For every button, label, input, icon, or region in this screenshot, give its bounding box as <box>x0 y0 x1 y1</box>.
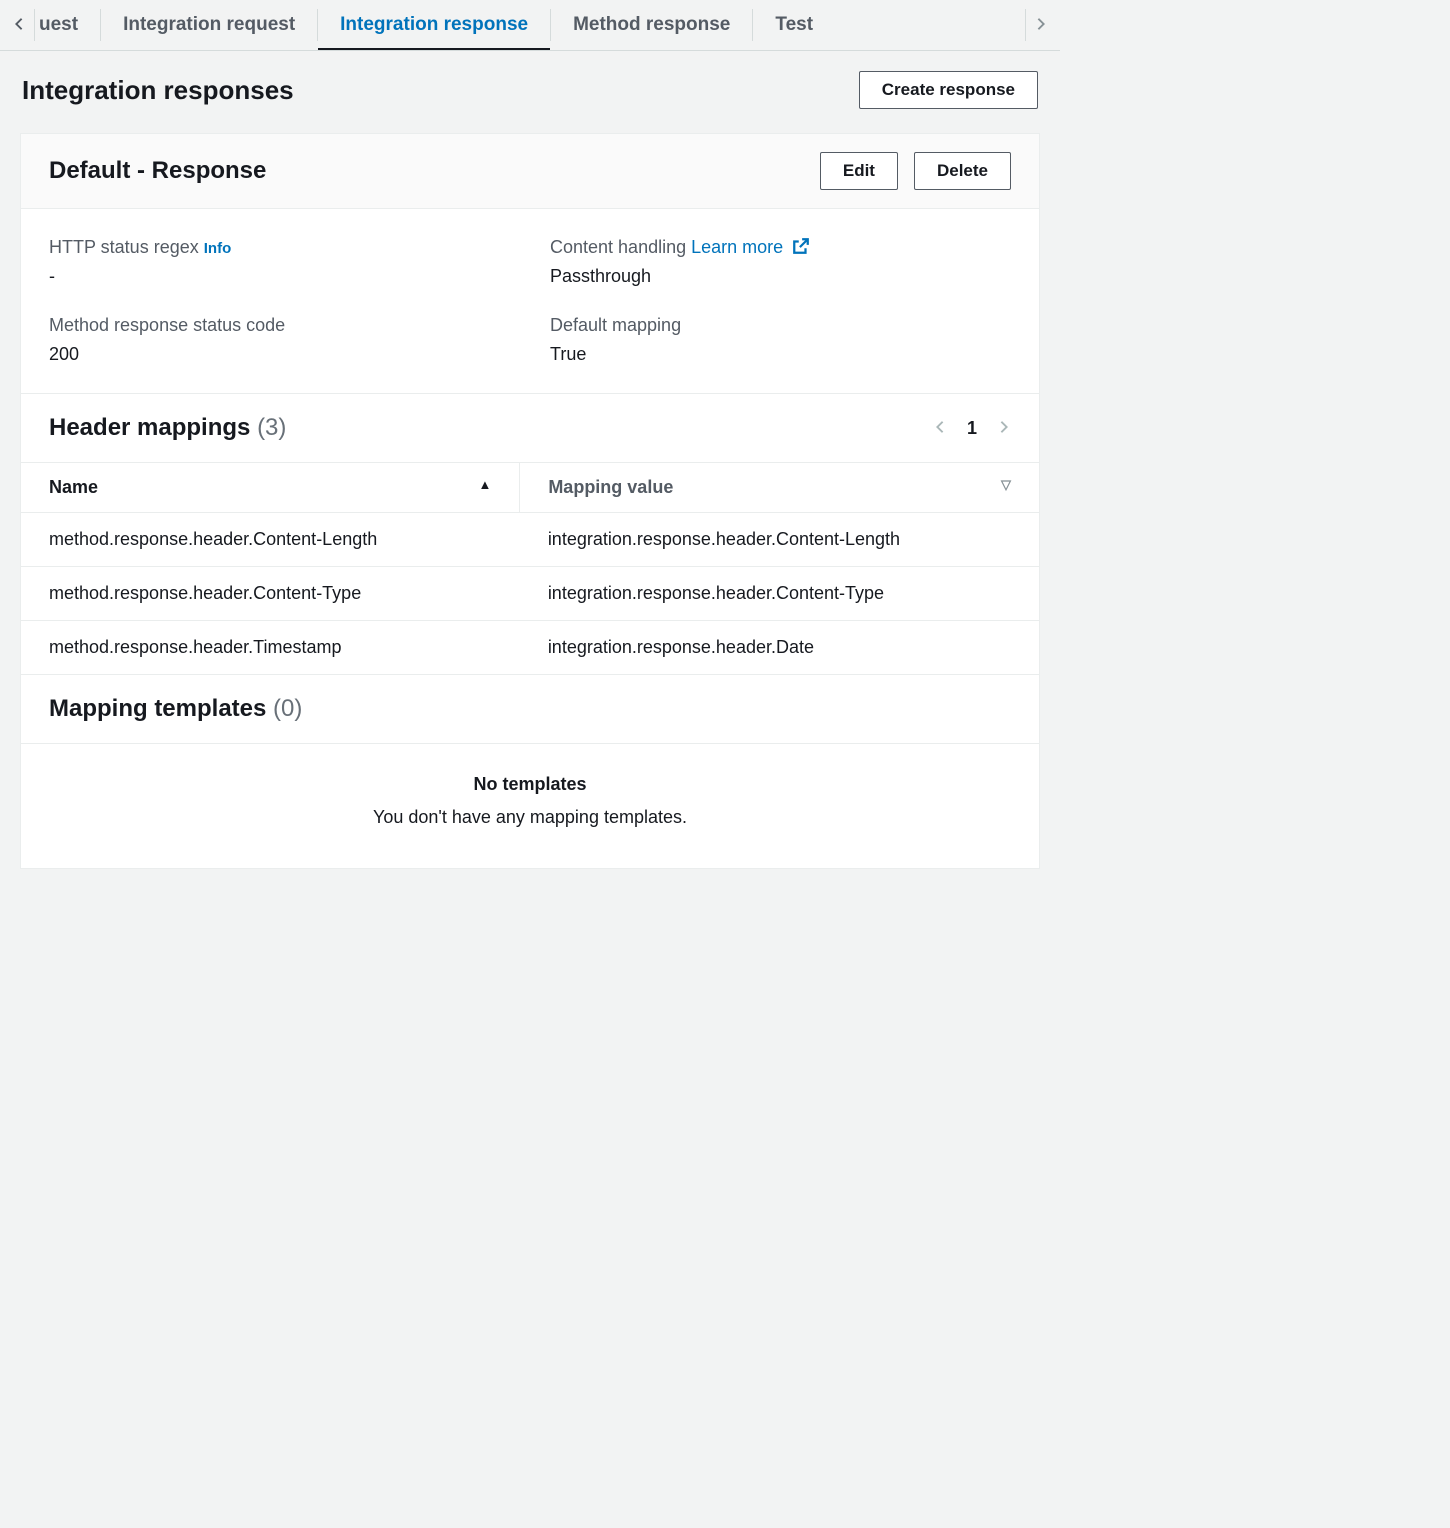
tabs-list: uest Integration request Integration res… <box>35 0 1025 50</box>
tab-test[interactable]: Test <box>775 0 813 50</box>
response-panel: Default - Response Edit Delete HTTP stat… <box>20 133 1040 869</box>
pager-page: 1 <box>967 418 977 439</box>
pager-next[interactable] <box>997 418 1011 439</box>
default-mapping-value: True <box>550 344 1011 365</box>
page-title: Integration responses <box>22 75 294 106</box>
learn-more-text: Learn more <box>691 237 783 257</box>
mapping-templates-header: Mapping templates (0) <box>21 675 1039 744</box>
table-row: method.response.header.Content-Type inte… <box>21 567 1039 621</box>
content-handling-value: Passthrough <box>550 266 1011 287</box>
http-regex-label: HTTP status regex Info <box>49 237 510 258</box>
header-mappings-header: Header mappings (3) 1 <box>21 394 1039 463</box>
create-response-button[interactable]: Create response <box>859 71 1038 109</box>
table-row: method.response.header.Content-Length in… <box>21 513 1039 567</box>
field-http-regex: HTTP status regex Info - <box>49 237 510 287</box>
field-method-status: Method response status code 200 <box>49 315 510 365</box>
mapping-templates-empty: No templates You don't have any mapping … <box>21 744 1039 868</box>
header-name: method.response.header.Content-Type <box>21 567 520 621</box>
col-name-text: Name <box>49 477 98 497</box>
header-value: integration.response.header.Content-Leng… <box>520 513 1039 567</box>
content-handling-label: Content handling Learn more <box>550 237 1011 258</box>
page-header: Integration responses Create response <box>20 71 1040 109</box>
tab-separator <box>317 9 318 41</box>
pager-prev[interactable] <box>933 418 947 439</box>
mapping-templates-title: Mapping templates (0) <box>49 695 302 723</box>
header-value: integration.response.header.Content-Type <box>520 567 1039 621</box>
edit-button[interactable]: Edit <box>820 152 898 190</box>
method-status-value: 200 <box>49 344 510 365</box>
col-value[interactable]: Mapping value ▽ <box>520 463 1039 513</box>
tab-separator <box>752 9 753 41</box>
chevron-right-icon <box>1034 17 1048 31</box>
tab-separator <box>100 9 101 41</box>
header-name: method.response.header.Content-Length <box>21 513 520 567</box>
http-regex-value: - <box>49 266 510 287</box>
tab-integration-response[interactable]: Integration response <box>340 0 528 50</box>
content-handling-label-text: Content handling <box>550 237 686 257</box>
response-details: HTTP status regex Info - Content handlin… <box>21 209 1039 394</box>
field-default-mapping: Default mapping True <box>550 315 1011 365</box>
tab-partial[interactable]: uest <box>35 0 78 50</box>
http-regex-label-text: HTTP status regex <box>49 237 199 257</box>
tabs-bar: uest Integration request Integration res… <box>0 0 1060 51</box>
header-mappings-title: Header mappings (3) <box>49 414 286 442</box>
response-panel-header: Default - Response Edit Delete <box>21 134 1039 209</box>
tab-separator <box>550 9 551 41</box>
default-mapping-label: Default mapping <box>550 315 1011 336</box>
header-mappings-table: Name ▲ Mapping value ▽ method.response.h… <box>21 463 1039 675</box>
header-value: integration.response.header.Date <box>520 621 1039 675</box>
empty-title: No templates <box>41 774 1019 795</box>
delete-button[interactable]: Delete <box>914 152 1011 190</box>
mapping-templates-title-text: Mapping templates <box>49 695 266 722</box>
tab-integration-request[interactable]: Integration request <box>123 0 295 50</box>
header-mappings-pager: 1 <box>933 418 1011 439</box>
tab-scroll-right[interactable] <box>1026 5 1056 46</box>
table-row: method.response.header.Timestamp integra… <box>21 621 1039 675</box>
chevron-left-icon <box>933 420 947 434</box>
response-title: Default - Response <box>49 157 266 185</box>
header-name: method.response.header.Timestamp <box>21 621 520 675</box>
content-handling-learn-link[interactable]: Learn more <box>691 237 810 257</box>
field-content-handling: Content handling Learn more Passthrough <box>550 237 1011 287</box>
chevron-right-icon <box>997 420 1011 434</box>
response-actions: Edit Delete <box>820 152 1011 190</box>
chevron-left-icon <box>12 17 26 31</box>
sort-asc-icon: ▲ <box>478 477 491 492</box>
tab-scroll-left[interactable] <box>4 5 34 46</box>
page-body: Integration responses Create response De… <box>0 51 1060 889</box>
col-value-text: Mapping value <box>548 477 673 497</box>
sort-icon: ▽ <box>1001 477 1011 493</box>
empty-subtitle: You don't have any mapping templates. <box>41 807 1019 828</box>
tab-method-response[interactable]: Method response <box>573 0 730 50</box>
col-name[interactable]: Name ▲ <box>21 463 520 513</box>
mapping-templates-count: (0) <box>273 695 302 722</box>
method-status-label: Method response status code <box>49 315 510 336</box>
header-mappings-count: (3) <box>257 414 286 441</box>
external-link-icon <box>792 237 810 255</box>
http-regex-info-link[interactable]: Info <box>204 240 232 257</box>
header-mappings-title-text: Header mappings <box>49 414 250 441</box>
